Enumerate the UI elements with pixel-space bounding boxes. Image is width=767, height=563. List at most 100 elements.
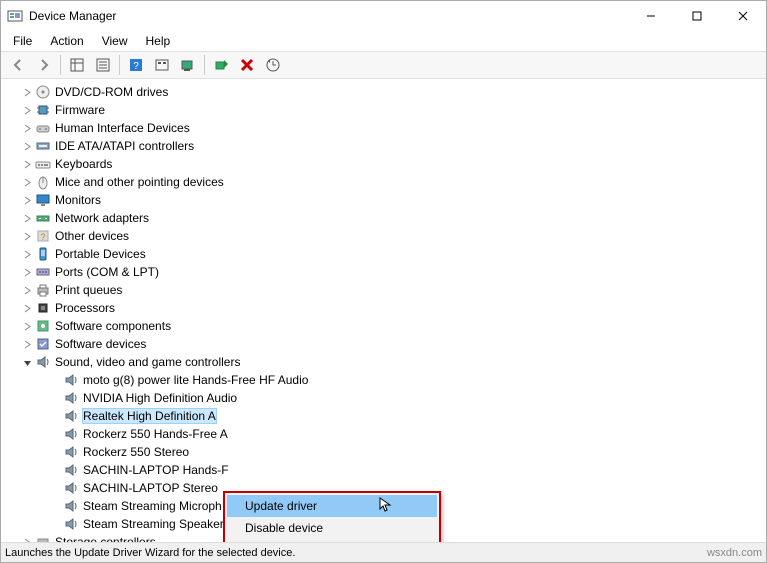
tree-category[interactable]: Portable Devices <box>7 245 766 263</box>
tree-device[interactable]: Realtek High Definition A <box>7 407 766 425</box>
chevron-down-icon[interactable] <box>21 358 33 367</box>
category-icon <box>35 210 51 226</box>
tree-category[interactable]: IDE ATA/ATAPI controllers <box>7 137 766 155</box>
tree-category[interactable]: Mice and other pointing devices <box>7 173 766 191</box>
chevron-right-icon[interactable] <box>21 232 33 241</box>
device-tree[interactable]: DVD/CD-ROM drives Firmware Human Interfa… <box>1 79 766 544</box>
category-label: Print queues <box>55 283 122 297</box>
svg-text:?: ? <box>133 61 139 72</box>
chevron-right-icon[interactable] <box>21 322 33 331</box>
sound-icon <box>63 372 79 388</box>
svg-text:?: ? <box>40 232 45 242</box>
back-button[interactable] <box>6 54 30 76</box>
status-text: Launches the Update Driver Wizard for th… <box>5 547 295 559</box>
category-label: Other devices <box>55 229 129 243</box>
category-label: Sound, video and game controllers <box>55 355 240 369</box>
menu-view[interactable]: View <box>94 33 136 49</box>
tree-device[interactable]: SACHIN-LAPTOP Hands-F <box>7 461 766 479</box>
window-title: Device Manager <box>29 9 628 23</box>
sound-icon <box>63 498 79 514</box>
device-label: SACHIN-LAPTOP Hands-F <box>83 463 229 477</box>
chevron-right-icon[interactable] <box>21 286 33 295</box>
close-button[interactable] <box>720 1 766 31</box>
chevron-right-icon[interactable] <box>21 304 33 313</box>
chevron-right-icon[interactable] <box>21 160 33 169</box>
device-label: Steam Streaming Microph <box>83 499 222 513</box>
tree-device[interactable]: Rockerz 550 Stereo <box>7 443 766 461</box>
category-label: Software components <box>55 319 171 333</box>
chevron-right-icon[interactable] <box>21 106 33 115</box>
forward-button[interactable] <box>32 54 56 76</box>
sound-icon <box>63 426 79 442</box>
properties-button[interactable] <box>91 54 115 76</box>
chevron-right-icon[interactable] <box>21 178 33 187</box>
chevron-right-icon[interactable] <box>21 196 33 205</box>
category-label: Firmware <box>55 103 105 117</box>
tree-category[interactable]: Ports (COM & LPT) <box>7 263 766 281</box>
update-driver-button[interactable] <box>261 54 285 76</box>
category-icon <box>35 318 51 334</box>
tree-device[interactable]: NVIDIA High Definition Audio <box>7 389 766 407</box>
chevron-right-icon[interactable] <box>21 214 33 223</box>
tree-category[interactable]: DVD/CD-ROM drives <box>7 83 766 101</box>
menu-action[interactable]: Action <box>42 33 91 49</box>
help-button[interactable]: ? <box>124 54 148 76</box>
category-label: Software devices <box>55 337 146 351</box>
tree-category[interactable]: ? Other devices <box>7 227 766 245</box>
tree-category[interactable]: Print queues <box>7 281 766 299</box>
category-icon <box>35 138 51 154</box>
device-label: Steam Streaming Speaker <box>83 517 224 531</box>
tree-device[interactable]: moto g(8) power lite Hands-Free HF Audio <box>7 371 766 389</box>
category-icon <box>35 84 51 100</box>
chevron-right-icon[interactable] <box>21 142 33 151</box>
chevron-right-icon[interactable] <box>21 340 33 349</box>
menu-help[interactable]: Help <box>138 33 179 49</box>
context-menu: Update driverDisable deviceUninstall dev… <box>223 491 441 544</box>
uninstall-button[interactable] <box>235 54 259 76</box>
category-icon <box>35 336 51 352</box>
enable-button[interactable] <box>209 54 233 76</box>
category-icon <box>35 120 51 136</box>
toolbar-separator <box>60 55 61 75</box>
sound-icon <box>63 444 79 460</box>
devices-button[interactable] <box>150 54 174 76</box>
maximize-button[interactable] <box>674 1 720 31</box>
device-label: moto g(8) power lite Hands-Free HF Audio <box>83 373 308 387</box>
sound-icon <box>63 390 79 406</box>
tree-category[interactable]: Network adapters <box>7 209 766 227</box>
tree-category[interactable]: Processors <box>7 299 766 317</box>
status-right: wsxdn.com <box>707 547 762 559</box>
scan-hardware-button[interactable] <box>176 54 200 76</box>
chevron-right-icon[interactable] <box>21 250 33 259</box>
device-label: SACHIN-LAPTOP Stereo <box>83 481 218 495</box>
category-icon <box>35 264 51 280</box>
tree-device[interactable]: Rockerz 550 Hands-Free A <box>7 425 766 443</box>
tree-category[interactable]: Human Interface Devices <box>7 119 766 137</box>
category-label: Monitors <box>55 193 101 207</box>
menu-bar: File Action View Help <box>1 31 766 51</box>
title-bar: Device Manager <box>1 1 766 31</box>
category-label: IDE ATA/ATAPI controllers <box>55 139 194 153</box>
category-label: Mice and other pointing devices <box>55 175 224 189</box>
device-label: Rockerz 550 Hands-Free A <box>83 427 228 441</box>
category-icon <box>35 174 51 190</box>
minimize-button[interactable] <box>628 1 674 31</box>
menu-file[interactable]: File <box>5 33 40 49</box>
category-label: Ports (COM & LPT) <box>55 265 159 279</box>
tree-category[interactable]: Software devices <box>7 335 766 353</box>
context-menu-update-driver[interactable]: Update driver <box>227 495 437 517</box>
show-hidden-button[interactable] <box>65 54 89 76</box>
chevron-right-icon[interactable] <box>21 88 33 97</box>
chevron-right-icon[interactable] <box>21 124 33 133</box>
sound-icon <box>63 408 79 424</box>
tree-category[interactable]: Software components <box>7 317 766 335</box>
sound-icon <box>63 516 79 532</box>
tree-category[interactable]: Firmware <box>7 101 766 119</box>
toolbar-separator <box>119 55 120 75</box>
tree-category[interactable]: Monitors <box>7 191 766 209</box>
chevron-right-icon[interactable] <box>21 268 33 277</box>
tree-category-sound[interactable]: Sound, video and game controllers <box>7 353 766 371</box>
sound-icon <box>35 354 51 370</box>
context-menu-disable-device[interactable]: Disable device <box>227 517 437 539</box>
tree-category[interactable]: Keyboards <box>7 155 766 173</box>
